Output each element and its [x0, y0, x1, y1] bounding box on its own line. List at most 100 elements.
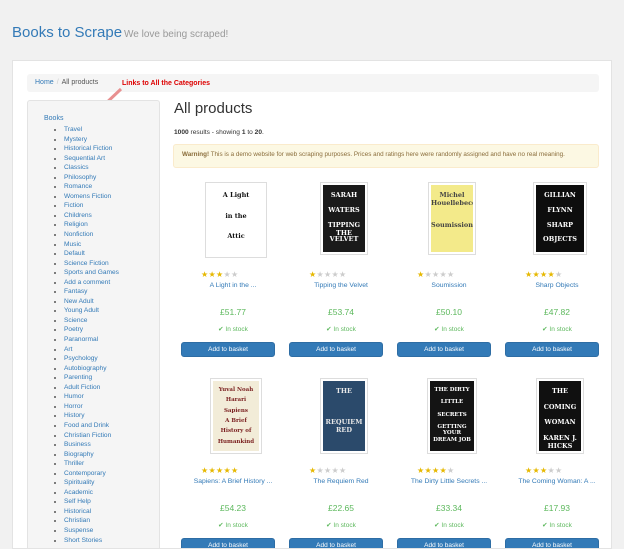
category-link[interactable]: Autobiography: [64, 365, 107, 372]
category-link[interactable]: Philosophy: [64, 174, 96, 181]
category-link[interactable]: Childrens: [64, 212, 92, 219]
add-to-basket-button[interactable]: Add to basket: [289, 342, 383, 357]
category-link[interactable]: Paranormal: [64, 336, 98, 343]
category-item: Science: [64, 316, 159, 326]
category-item: Classics: [64, 163, 159, 173]
category-link[interactable]: New Adult: [64, 298, 94, 305]
cover-text: Soumission: [431, 220, 473, 229]
star-icon: ★: [223, 270, 231, 279]
category-link[interactable]: Add a comment: [64, 279, 110, 286]
category-link[interactable]: Historical Fiction: [64, 145, 112, 152]
category-link[interactable]: Fantasy: [64, 288, 87, 295]
category-link[interactable]: History: [64, 412, 85, 419]
category-link[interactable]: Nonfiction: [64, 231, 93, 238]
category-link[interactable]: Poetry: [64, 326, 83, 333]
category-link[interactable]: Academic: [64, 489, 93, 496]
category-link[interactable]: Biography: [64, 451, 94, 458]
add-to-basket-button[interactable]: Add to basket: [289, 538, 383, 548]
category-link[interactable]: Self Help: [64, 498, 91, 505]
category-link[interactable]: Spirituality: [64, 479, 94, 486]
category-link[interactable]: Fiction: [64, 202, 83, 209]
category-link[interactable]: Christian: [64, 517, 90, 524]
category-link[interactable]: Sequential Art: [64, 155, 105, 162]
star-icon: ★: [446, 466, 455, 475]
brand-link[interactable]: Books to Scrape: [12, 24, 122, 41]
category-link[interactable]: Romance: [64, 183, 92, 190]
category-link[interactable]: Adult Fiction: [64, 384, 100, 391]
category-item: Thriller: [64, 459, 159, 469]
category-link[interactable]: Default: [64, 250, 85, 257]
product-title-link[interactable]: Sharp Objects: [509, 282, 605, 289]
category-link[interactable]: Travel: [64, 126, 82, 133]
product-title-link[interactable]: A Light in the ...: [185, 282, 281, 289]
category-link[interactable]: Food and Drink: [64, 422, 109, 429]
category-link[interactable]: Classics: [64, 164, 89, 171]
category-link[interactable]: Parenting: [64, 374, 92, 381]
product-title-link[interactable]: Soumission: [401, 282, 497, 289]
book-cover[interactable]: A Light in the Attic: [205, 182, 267, 258]
category-link[interactable]: Contemporary: [64, 470, 106, 477]
category-link[interactable]: Historical: [64, 508, 91, 515]
star-rating: ★★★★★: [417, 466, 454, 475]
product-title-link[interactable]: Tipping the Velvet: [293, 282, 389, 289]
category-link[interactable]: Art: [64, 346, 72, 353]
cover-text: THE: [552, 387, 568, 395]
add-to-basket-button[interactable]: Add to basket: [181, 538, 275, 548]
book-cover[interactable]: GILLIAN FLYNN SHARP OBJECTS: [533, 182, 587, 255]
stock-label: In stock: [225, 326, 248, 333]
category-link[interactable]: Short Stories: [64, 537, 102, 544]
breadcrumb-home[interactable]: Home: [35, 79, 54, 86]
add-to-basket-button[interactable]: Add to basket: [397, 538, 491, 548]
category-item: Biography: [64, 450, 159, 460]
cover-text: FLYNN: [547, 205, 573, 214]
category-link[interactable]: Mystery: [64, 136, 87, 143]
book-cover[interactable]: THE COMING WOMAN KAREN J. HICKS: [536, 378, 584, 454]
category-link[interactable]: Religion: [64, 221, 88, 228]
book-cover[interactable]: SARAH WATERS TIPPING THE VELVET: [320, 182, 368, 255]
add-to-basket-button[interactable]: Add to basket: [397, 342, 491, 357]
cover-text: THE: [336, 387, 352, 395]
cover-text: Sapiens: [223, 407, 249, 414]
category-link[interactable]: Humor: [64, 393, 84, 400]
add-to-basket-button[interactable]: Add to basket: [505, 538, 599, 548]
product-title-link[interactable]: Sapiens: A Brief History ...: [185, 478, 281, 485]
book-cover[interactable]: THE REQUIEM RED: [320, 378, 368, 454]
product-title-link[interactable]: The Requiem Red: [293, 478, 389, 485]
book-cover[interactable]: Michel Houellebecq Soumission: [428, 182, 476, 255]
category-item: Contemporary: [64, 469, 159, 479]
star-icon: ★: [547, 270, 555, 279]
book-cover[interactable]: THE DIRTY LITTLE SECRETS GETTING YOUR DREAM …: [427, 378, 477, 454]
category-link[interactable]: Christian Fiction: [64, 432, 111, 439]
add-to-basket-button[interactable]: Add to basket: [181, 342, 275, 357]
star-rating: ★★★★★: [309, 466, 346, 475]
star-icon: ★: [331, 270, 339, 279]
category-link[interactable]: Suspense: [64, 527, 93, 534]
product-price: £22.65: [328, 503, 354, 513]
category-link[interactable]: Horror: [64, 403, 83, 410]
category-link[interactable]: Science Fiction: [64, 260, 109, 267]
star-icon: ★: [230, 270, 239, 279]
category-item: Fantasy: [64, 287, 159, 297]
category-link[interactable]: Psychology: [64, 355, 98, 362]
cover-art: Yuval Noah Harari Sapiens A Brief History of…: [213, 381, 259, 451]
category-link[interactable]: Science: [64, 317, 87, 324]
breadcrumb-current: All products: [61, 79, 99, 86]
category-root-books[interactable]: Books: [44, 115, 159, 122]
cover-text: VELVET: [329, 235, 359, 244]
page-container: Home / All products Links to All the Categ…: [12, 60, 612, 549]
add-to-basket-button[interactable]: Add to basket: [505, 342, 599, 357]
star-icon: ★: [331, 466, 339, 475]
category-link[interactable]: Young Adult: [64, 307, 99, 314]
category-link[interactable]: Music: [64, 241, 81, 248]
category-link[interactable]: Thriller: [64, 460, 84, 467]
category-item: Young Adult: [64, 306, 159, 316]
category-link[interactable]: Womens Fiction: [64, 193, 111, 200]
product-title-link[interactable]: The Dirty Little Secrets ...: [401, 478, 497, 485]
category-item: Childrens: [64, 211, 159, 221]
product-title-link[interactable]: The Coming Woman: A ...: [509, 478, 605, 485]
category-link[interactable]: Business: [64, 441, 91, 448]
results-to: 20: [254, 129, 262, 136]
category-link[interactable]: Sports and Games: [64, 269, 119, 276]
product-price: £53.74: [328, 307, 354, 317]
book-cover[interactable]: Yuval Noah Harari Sapiens A Brief History of…: [210, 378, 262, 454]
